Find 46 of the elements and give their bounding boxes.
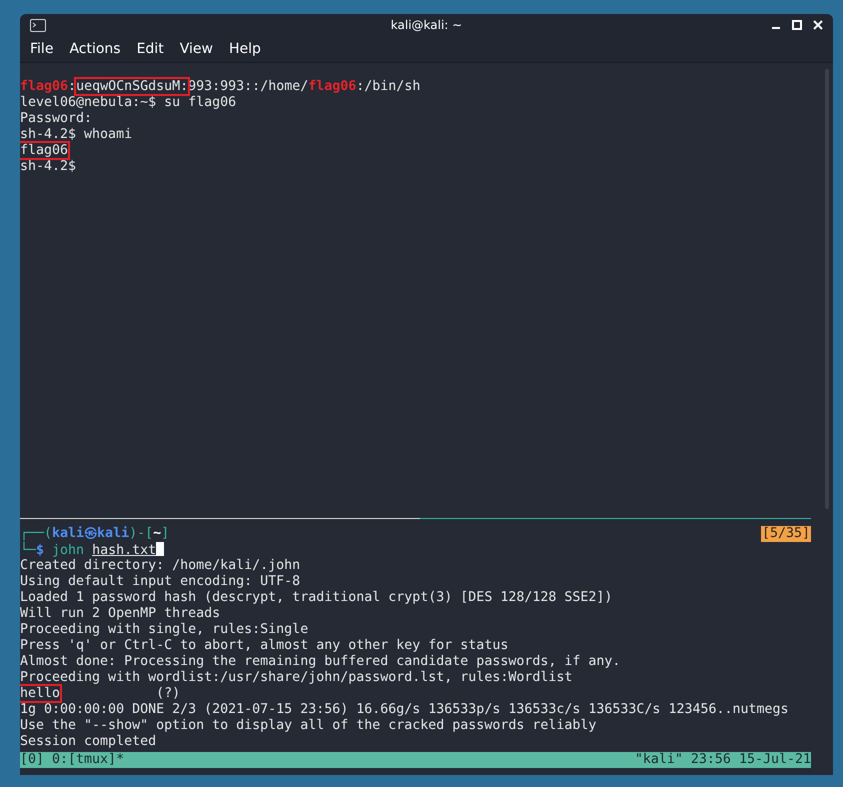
- terminal-text: 1g 0:00:00:00 DONE 2/3 (2021-07-15 23:56) 16.66g/s 136533p/s 136533c/s 136533C/s 123456..nutmegs: [20, 702, 789, 717]
- terminal-text: :: [68, 79, 76, 94]
- terminal-text: Proceeding with wordlist:/usr/share/john/password.lst, rules:Wordlist: [20, 670, 572, 685]
- menu-item[interactable]: File: [22, 41, 62, 57]
- prompt-frame: ┌──(: [20, 526, 52, 541]
- terminal-text: :/bin/sh: [356, 79, 420, 94]
- window-title: kali@kali: ~: [390, 18, 462, 32]
- prompt-host: kali㉿kali: [52, 526, 130, 541]
- terminal-text: Almost done: Processing the remaining buffered candidate passwords, if any.: [20, 654, 620, 669]
- terminal-text: level06@nebula:~$ su flag06: [20, 95, 236, 110]
- terminal-text: Proceeding with single, rules:Single: [20, 622, 308, 637]
- menu-item[interactable]: Edit: [128, 41, 172, 57]
- prompt-directory: ~: [153, 526, 162, 541]
- terminal-text: sh-4.2$: [20, 159, 76, 174]
- terminal-text: Created directory: /home/kali/.john: [20, 558, 300, 573]
- username-text: flag06: [308, 79, 356, 94]
- terminal-text: sh-4.2$ whoami: [20, 127, 132, 142]
- username-text: flag06: [20, 79, 68, 94]
- prompt-frame: )-[: [129, 526, 154, 541]
- maximize-icon[interactable]: [792, 20, 802, 30]
- terminal-icon: [30, 18, 46, 32]
- terminal-text: Use the "--show" option to display all of the cracked passwords reliably: [20, 718, 596, 733]
- highlighted-text: flag06: [20, 143, 68, 158]
- prompt-host: $: [36, 543, 44, 558]
- prompt-frame: ]: [161, 526, 170, 541]
- status-right-text: "kali" 23:56 15-Jul-21: [634, 752, 811, 768]
- prompt-frame: └─: [20, 543, 36, 558]
- command-text: john: [51, 543, 86, 558]
- terminal-text: Loaded 1 password hash (descrypt, traditional crypt(3) [DES 128/128 SSE2]): [20, 590, 612, 605]
- highlighted-text: ueqwOCnSGdsuM:: [76, 79, 188, 94]
- terminal-text: Using default input encoding: UTF-8: [20, 574, 300, 589]
- menu-item[interactable]: Actions: [61, 41, 129, 57]
- menu-item[interactable]: Help: [220, 41, 269, 57]
- terminal-text: Password:: [20, 111, 92, 126]
- terminal-text: Press 'q' or Ctrl-C to abort, almost any other key for status: [20, 638, 508, 653]
- filename-argument: hash.txt: [92, 543, 156, 558]
- highlighted-text: hello: [20, 686, 60, 701]
- status-left-text: [0] 0:[tmux]*: [20, 752, 124, 768]
- pane-counter-badge: [5/35]: [760, 526, 811, 542]
- close-icon[interactable]: [813, 20, 823, 30]
- text-cursor: [156, 542, 164, 556]
- menu-item[interactable]: View: [172, 41, 221, 57]
- terminal-text: (?): [155, 686, 180, 701]
- terminal-text: Session completed: [20, 734, 156, 749]
- terminal-text: 993:993::/home/: [188, 79, 308, 94]
- terminal-text: Will run 2 OpenMP threads: [20, 606, 220, 621]
